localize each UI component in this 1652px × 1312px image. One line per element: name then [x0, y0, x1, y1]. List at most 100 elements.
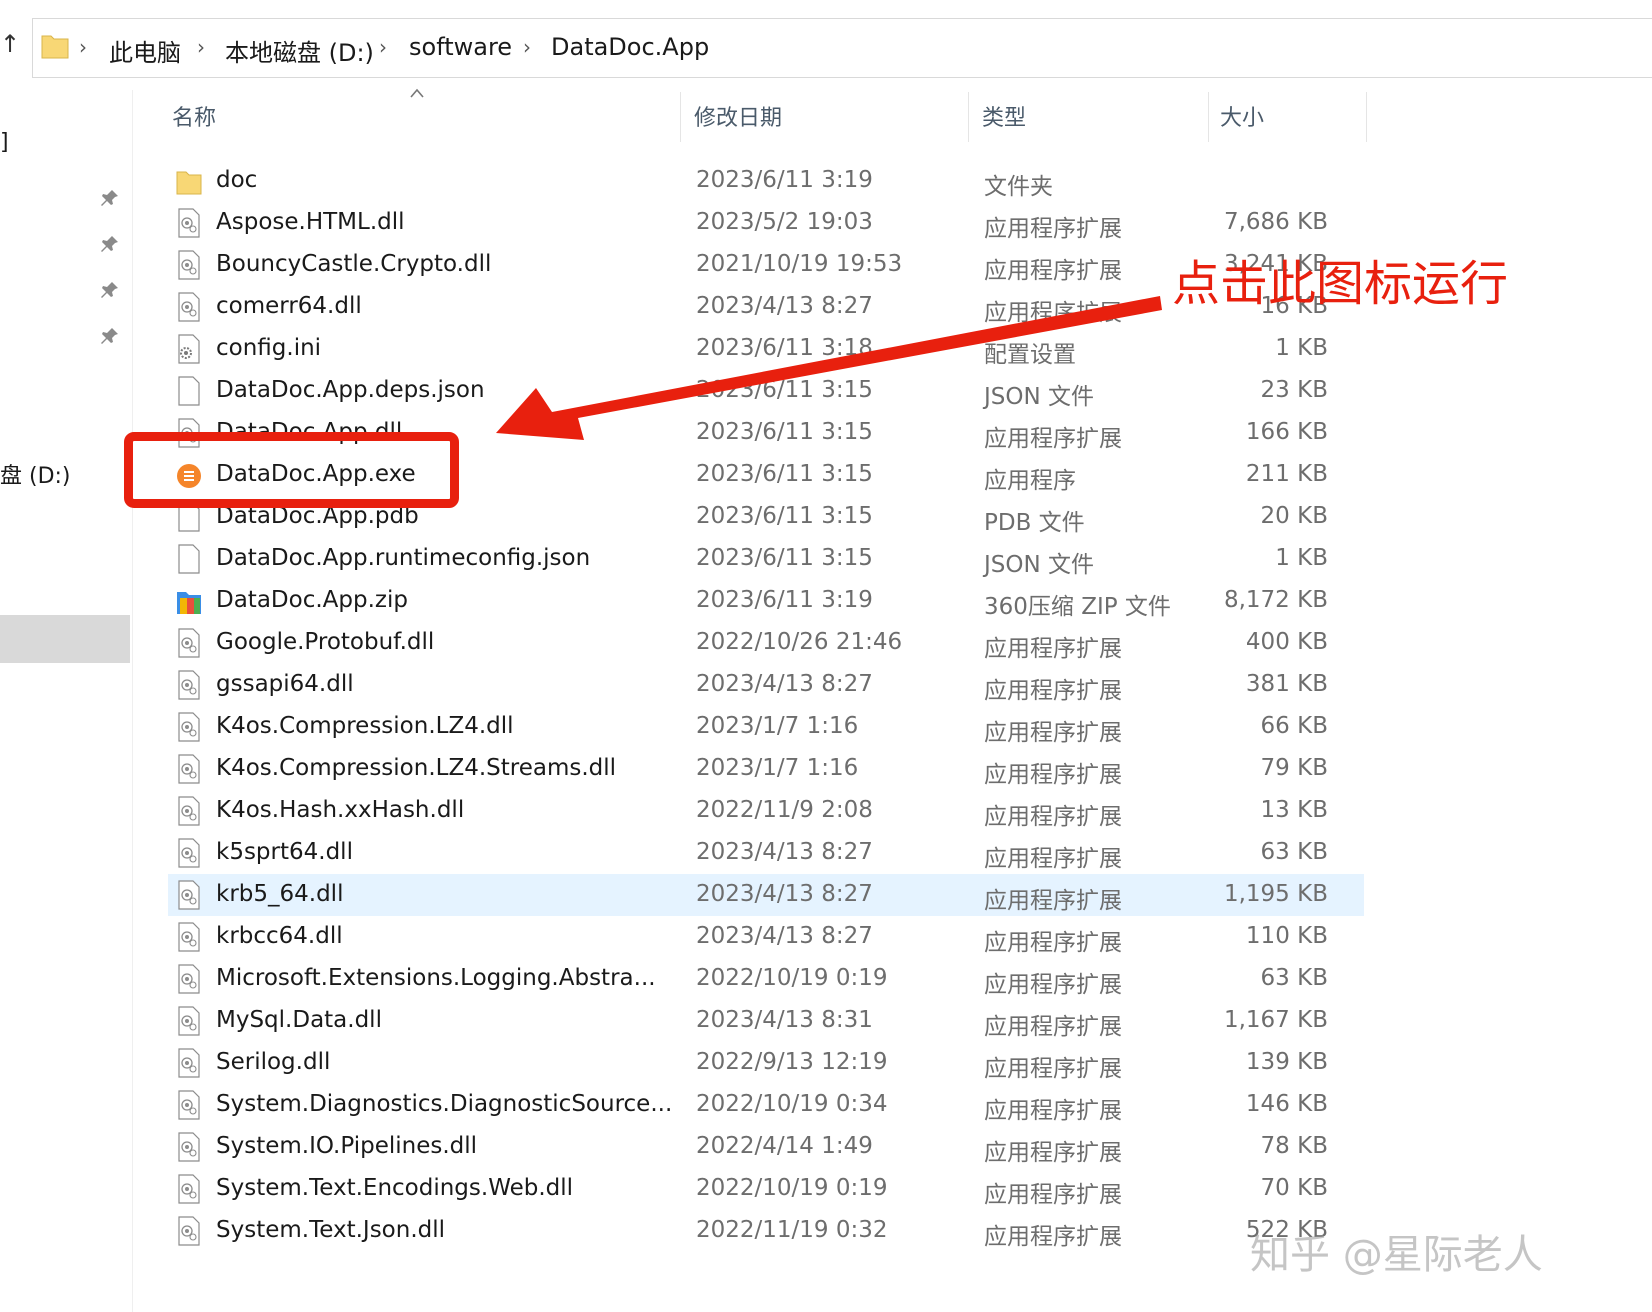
file-type: 配置设置 — [984, 335, 1076, 369]
file-row[interactable]: K4os.Compression.LZ4.Streams.dll 2023/1/7… — [168, 748, 1364, 790]
file-size: 166 KB — [1246, 419, 1328, 445]
file-type: 应用程序扩展 — [984, 797, 1122, 831]
watermark: 知乎 @星际老人 — [1250, 1222, 1543, 1280]
column-divider[interactable] — [1208, 92, 1209, 142]
dll-icon — [176, 796, 202, 826]
file-size: 400 KB — [1246, 629, 1328, 655]
file-row[interactable]: K4os.Compression.LZ4.dll2023/1/7 1:16应用程… — [168, 706, 1364, 748]
file-row[interactable]: krbcc64.dll2023/4/13 8:27应用程序扩展110 KB — [168, 916, 1364, 958]
address-bar[interactable]: › 此电脑 › 本地磁盘 (D:) › software › DataDoc.A… — [32, 18, 1652, 78]
file-type: 应用程序扩展 — [984, 1049, 1122, 1083]
file-row[interactable]: DataDoc.App.deps.json2023/6/11 3:15JSON … — [168, 370, 1364, 412]
column-divider[interactable] — [1366, 92, 1367, 142]
file-date: 2022/10/19 0:19 — [696, 1175, 888, 1201]
file-type: 应用程序 — [984, 461, 1076, 495]
file-row[interactable]: MySql.Data.dll2023/4/13 8:31应用程序扩展1,167 … — [168, 1000, 1364, 1042]
file-date: 2023/6/11 3:15 — [696, 461, 873, 487]
file-size: 146 KB — [1246, 1091, 1328, 1117]
breadcrumb-current-folder[interactable]: DataDoc.App — [551, 33, 709, 61]
file-name: comerr64.dll — [216, 293, 362, 319]
pin-icon[interactable] — [100, 326, 120, 346]
file-row[interactable]: DataDoc.App.zip2023/6/11 3:19360压缩 ZIP 文… — [168, 580, 1364, 622]
file-row[interactable]: krb5_64.dll2023/4/13 8:27应用程序扩展1,195 KB — [168, 874, 1364, 916]
file-row[interactable]: System.Diagnostics.DiagnosticSource...20… — [168, 1084, 1364, 1126]
dll-icon — [176, 1048, 202, 1078]
column-header-type[interactable]: 类型 — [982, 100, 1026, 132]
file-row[interactable]: Google.Protobuf.dll2022/10/26 21:46应用程序扩… — [168, 622, 1364, 664]
pin-icon[interactable] — [100, 188, 120, 208]
file-name: K4os.Hash.xxHash.dll — [216, 797, 464, 823]
file-type: 应用程序扩展 — [984, 671, 1122, 705]
file-row[interactable]: K4os.Hash.xxHash.dll2022/11/9 2:08应用程序扩展… — [168, 790, 1364, 832]
breadcrumb-this-pc[interactable]: 此电脑 — [109, 33, 181, 68]
file-row[interactable]: Microsoft.Extensions.Logging.Abstra...20… — [168, 958, 1364, 1000]
file-type: 应用程序扩展 — [984, 209, 1122, 243]
dll-icon — [176, 1174, 202, 1204]
pin-icon[interactable] — [100, 234, 120, 254]
file-size: 1,195 KB — [1224, 881, 1328, 907]
pin-icon[interactable] — [100, 280, 120, 300]
file-name: DataDoc.App.deps.json — [216, 377, 485, 403]
dll-icon — [176, 1132, 202, 1162]
breadcrumb-drive[interactable]: 本地磁盘 (D:) — [225, 33, 374, 68]
dll-icon — [176, 1090, 202, 1120]
file-size: 7,686 KB — [1224, 209, 1328, 235]
file-name: K4os.Compression.LZ4.dll — [216, 713, 514, 739]
file-row[interactable]: System.IO.Pipelines.dll2022/4/14 1:49应用程… — [168, 1126, 1364, 1168]
file-date: 2023/6/11 3:18 — [696, 335, 873, 361]
dll-icon — [176, 250, 202, 280]
file-row[interactable]: System.Text.Encodings.Web.dll2022/10/19 … — [168, 1168, 1364, 1210]
file-name: System.Text.Json.dll — [216, 1217, 445, 1243]
column-divider[interactable] — [680, 92, 681, 142]
file-date: 2023/6/11 3:15 — [696, 419, 873, 445]
file-type: 应用程序扩展 — [984, 1217, 1122, 1251]
file-row[interactable]: Serilog.dll2022/9/13 12:19应用程序扩展139 KB — [168, 1042, 1364, 1084]
column-header-name[interactable]: 名称 — [172, 100, 216, 132]
blank-file-icon — [176, 376, 202, 406]
breadcrumb-software[interactable]: software — [409, 33, 512, 61]
file-size: 79 KB — [1261, 755, 1328, 781]
file-date: 2023/4/13 8:27 — [696, 881, 873, 907]
file-date: 2022/10/19 0:34 — [696, 1091, 888, 1117]
file-type: 应用程序扩展 — [984, 881, 1122, 915]
file-row[interactable]: k5sprt64.dll2023/4/13 8:27应用程序扩展63 KB — [168, 832, 1364, 874]
file-type: PDB 文件 — [984, 503, 1085, 537]
column-divider[interactable] — [968, 92, 969, 142]
file-date: 2023/4/13 8:31 — [696, 1007, 873, 1033]
file-row[interactable]: config.ini2023/6/11 3:18配置设置1 KB — [168, 328, 1364, 370]
file-date: 2023/4/13 8:27 — [696, 671, 873, 697]
file-name: MySql.Data.dll — [216, 1007, 382, 1033]
file-type: 应用程序扩展 — [984, 839, 1122, 873]
file-type: 应用程序扩展 — [984, 1091, 1122, 1125]
file-name: K4os.Compression.LZ4.Streams.dll — [216, 755, 616, 781]
file-size: 70 KB — [1261, 1175, 1328, 1201]
file-row[interactable]: DataDoc.App.runtimeconfig.json2023/6/11 … — [168, 538, 1364, 580]
file-size: 23 KB — [1261, 377, 1328, 403]
chevron-right-icon: › — [523, 35, 531, 59]
file-type: 应用程序扩展 — [984, 1007, 1122, 1041]
file-type: 应用程序扩展 — [984, 251, 1122, 285]
file-size: 66 KB — [1261, 713, 1328, 739]
dll-icon — [176, 964, 202, 994]
up-arrow-icon[interactable]: ↑ — [0, 30, 20, 58]
nav-item-drive-d[interactable]: 盘 (D:) — [0, 458, 71, 490]
file-row[interactable]: System.Text.Json.dll2022/11/19 0:32应用程序扩… — [168, 1210, 1364, 1252]
file-date: 2023/1/7 1:16 — [696, 755, 858, 781]
file-row[interactable]: doc2023/6/11 3:19文件夹 — [168, 160, 1364, 202]
file-date: 2023/4/13 8:27 — [696, 839, 873, 865]
dll-icon — [176, 754, 202, 784]
file-date: 2022/10/26 21:46 — [696, 629, 902, 655]
column-header-size[interactable]: 大小 — [1220, 100, 1264, 132]
nav-item-selected[interactable] — [0, 615, 130, 663]
file-type: 应用程序扩展 — [984, 923, 1122, 957]
file-row[interactable]: gssapi64.dll2023/4/13 8:27应用程序扩展381 KB — [168, 664, 1364, 706]
file-name: gssapi64.dll — [216, 671, 354, 697]
file-row[interactable]: Aspose.HTML.dll2023/5/2 19:03应用程序扩展7,686… — [168, 202, 1364, 244]
column-header-date[interactable]: 修改日期 — [694, 100, 782, 132]
highlight-box — [124, 432, 459, 508]
file-size: 139 KB — [1246, 1049, 1328, 1075]
dll-icon — [176, 712, 202, 742]
file-date: 2023/1/7 1:16 — [696, 713, 858, 739]
file-size: 211 KB — [1246, 461, 1328, 487]
file-date: 2023/5/2 19:03 — [696, 209, 873, 235]
